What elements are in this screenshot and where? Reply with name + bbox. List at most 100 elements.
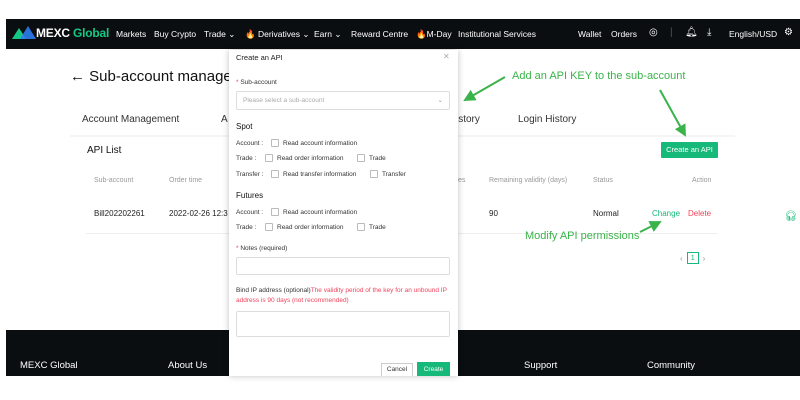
spot-transfer-option: Transfer <box>382 171 406 178</box>
column-header-remaining-validity: Remaining validity (days) <box>489 177 568 184</box>
nav-earn-label: Earn <box>314 29 332 39</box>
cell-sub-account: Bill202202261 <box>94 209 145 218</box>
create-api-modal: Create an API ✕ * Sub-account Please sel… <box>229 50 458 376</box>
spot-trade-option: Trade <box>369 155 386 162</box>
logo-accent-text: Global <box>73 26 110 40</box>
notes-input[interactable] <box>236 257 450 275</box>
spot-read-order-option: Read order information <box>277 155 344 162</box>
footer-brand: MEXC Global <box>20 360 78 371</box>
chevron-down-icon: ⌄ <box>302 29 310 39</box>
column-header-order-time: Order time <box>169 177 203 184</box>
divider: | <box>670 27 673 38</box>
delete-api-link[interactable]: Delete <box>688 209 711 218</box>
futures-trade-checkbox[interactable] <box>357 223 365 231</box>
tab-account-management[interactable]: Account Management <box>82 114 179 125</box>
nav-m-day-label: M-Day <box>426 29 452 39</box>
logo-mark-icon <box>12 26 36 40</box>
chevron-down-icon: ⌄ <box>228 29 236 39</box>
nav-markets[interactable]: Markets <box>116 29 146 39</box>
page-number-current[interactable]: 1 <box>686 252 699 264</box>
create-api-button[interactable]: Create an API <box>661 142 718 158</box>
bind-ip-label-text: Bind IP address (optional) <box>236 287 311 294</box>
nav-buy-crypto[interactable]: Buy Crypto <box>154 29 196 39</box>
column-header-status: Status <box>593 177 613 184</box>
prev-page-icon[interactable]: ‹ <box>680 254 683 263</box>
pagination: ‹ 1 › <box>680 252 705 264</box>
futures-read-account-option: Read account information <box>283 209 358 216</box>
fire-icon: 🔥 <box>416 29 427 39</box>
nav-trade-label: Trade <box>204 29 226 39</box>
api-list-title: API List <box>87 145 122 156</box>
spot-section-title: Spot <box>236 122 253 131</box>
spot-read-transfer-option: Read transfer information <box>283 171 357 178</box>
modal-title: Create an API <box>236 53 283 62</box>
next-page-icon[interactable]: › <box>703 254 706 263</box>
futures-read-account-checkbox[interactable] <box>271 208 279 216</box>
futures-trade-label: Trade : <box>236 224 257 231</box>
bind-ip-label: Bind IP address (optional)The validity p… <box>236 286 450 306</box>
notification-bell-icon[interactable]: 🔔︎ <box>685 27 698 38</box>
sub-account-select[interactable]: Please select a sub-account ⌄ <box>236 91 450 110</box>
chevron-down-icon: ⌄ <box>334 29 342 39</box>
fire-icon: 🔥 <box>245 29 256 39</box>
arrow-to-modal <box>463 76 506 101</box>
change-permissions-link[interactable]: Change <box>652 209 680 218</box>
footer-support: Support <box>524 360 558 371</box>
column-header-action: Action <box>692 177 712 184</box>
mexc-logo[interactable]: MEXC Global <box>12 26 109 40</box>
futures-read-order-option: Read order information <box>277 224 344 231</box>
nav-orders[interactable]: Orders <box>611 29 637 39</box>
column-header-permissions: es <box>458 177 466 184</box>
support-headset-icon[interactable]: 🎧︎ <box>784 211 798 225</box>
tab-api-management[interactable]: A <box>221 114 228 125</box>
futures-account-label: Account : <box>236 209 264 216</box>
spot-read-transfer-checkbox[interactable] <box>271 170 279 178</box>
page-title: ← Sub-account manageme <box>70 68 253 85</box>
top-navigation-bar: MEXC Global Markets Buy Crypto Trade ⌄ 🔥… <box>6 19 800 49</box>
cell-order-time: 2022-02-26 12:3 <box>169 209 228 218</box>
annotation-add-api-key: Add an API KEY to the sub-account <box>512 70 686 82</box>
chevron-down-icon: ⌄ <box>437 97 443 104</box>
tab-history[interactable]: istory <box>456 114 480 125</box>
settings-gear-icon[interactable]: ⚙ <box>784 27 793 38</box>
spot-read-account-option: Read account information <box>283 140 358 147</box>
cell-remaining-validity: 90 <box>489 209 498 218</box>
column-header-sub-account: Sub-account <box>94 177 134 184</box>
annotation-modify-permissions: Modify API permissions <box>525 230 640 242</box>
nav-institutional-services[interactable]: Institutional Services <box>458 29 536 39</box>
nav-wallet[interactable]: Wallet <box>578 29 601 39</box>
spot-read-account-checkbox[interactable] <box>271 139 279 147</box>
nav-language-currency[interactable]: English/USD <box>729 29 777 39</box>
spot-trade-label: Trade : <box>236 155 257 162</box>
cell-status: Normal <box>593 209 619 218</box>
notes-label: * Notes (required) <box>236 245 288 252</box>
user-icon[interactable]: ◎ <box>649 27 658 38</box>
nav-trade[interactable]: Trade ⌄ <box>204 29 235 40</box>
create-button[interactable]: Create <box>417 362 450 376</box>
sub-account-label: * Sub-account <box>236 79 277 86</box>
spot-account-label: Account : <box>236 140 264 147</box>
nav-derivatives-label: Derivatives <box>257 29 301 39</box>
spot-transfer-checkbox[interactable] <box>370 170 378 178</box>
futures-read-order-checkbox[interactable] <box>265 223 273 231</box>
cancel-button[interactable]: Cancel <box>381 363 413 376</box>
download-icon[interactable]: ⤓ <box>707 27 711 38</box>
spot-trade-checkbox[interactable] <box>357 154 365 162</box>
nav-derivatives[interactable]: 🔥 Derivatives ⌄ <box>245 29 310 40</box>
back-arrow-icon[interactable]: ← <box>70 68 85 85</box>
tab-login-history[interactable]: Login History <box>518 114 576 125</box>
nav-reward-centre[interactable]: Reward Centre <box>351 29 408 39</box>
logo-main-text: MEXC <box>36 26 70 40</box>
bind-ip-input[interactable] <box>236 311 450 337</box>
spot-transfer-label: Transfer : <box>236 171 264 178</box>
sub-account-label-text: Sub-account <box>240 79 277 86</box>
nav-m-day[interactable]: 🔥M-Day <box>416 29 452 40</box>
close-icon[interactable]: ✕ <box>443 52 450 61</box>
futures-section-title: Futures <box>236 191 264 200</box>
sub-account-placeholder: Please select a sub-account <box>243 97 325 104</box>
footer-about-us: About Us <box>168 360 208 371</box>
spot-read-order-checkbox[interactable] <box>265 154 273 162</box>
nav-earn[interactable]: Earn ⌄ <box>314 29 341 40</box>
futures-trade-option: Trade <box>369 224 386 231</box>
footer-community: Community <box>647 360 696 371</box>
